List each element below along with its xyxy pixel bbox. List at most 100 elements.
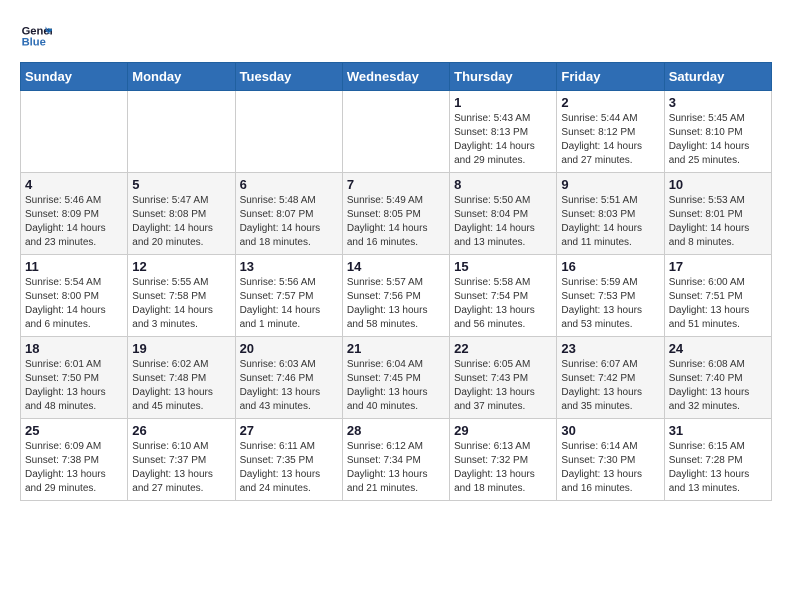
day-number: 13 [240, 259, 338, 274]
calendar-cell: 1Sunrise: 5:43 AMSunset: 8:13 PMDaylight… [450, 91, 557, 173]
weekday-header: Tuesday [235, 63, 342, 91]
day-info: Sunrise: 6:08 AMSunset: 7:40 PMDaylight:… [669, 358, 767, 414]
weekday-header: Thursday [450, 63, 557, 91]
day-number: 22 [454, 341, 552, 356]
day-info: Sunrise: 5:46 AMSunset: 8:09 PMDaylight:… [25, 194, 123, 250]
weekday-header-row: SundayMondayTuesdayWednesdayThursdayFrid… [21, 63, 772, 91]
calendar-cell: 28Sunrise: 6:12 AMSunset: 7:34 PMDayligh… [342, 419, 449, 501]
day-number: 23 [561, 341, 659, 356]
day-info: Sunrise: 5:45 AMSunset: 8:10 PMDaylight:… [669, 112, 767, 168]
calendar-cell: 19 Sunrise: 6:02 AMSunset: 7:48 PMDayligh… [128, 337, 235, 419]
calendar-week-row: 18 Sunrise: 6:01 AMSunset: 7:50 PMDayligh… [21, 337, 772, 419]
page-header: General Blue [20, 20, 772, 52]
day-number: 6 [240, 177, 338, 192]
day-number: 7 [347, 177, 445, 192]
day-info: Sunrise: 5:53 AMSunset: 8:01 PMDaylight:… [669, 194, 767, 250]
day-number: 15 [454, 259, 552, 274]
day-number: 11 [25, 259, 123, 274]
logo: General Blue [20, 20, 52, 52]
day-number: 18 [25, 341, 123, 356]
calendar-cell: 20 Sunrise: 6:03 AMSunset: 7:46 PMDayligh… [235, 337, 342, 419]
logo-icon: General Blue [20, 20, 52, 52]
day-number: 4 [25, 177, 123, 192]
calendar-cell: 3 Sunrise: 5:45 AMSunset: 8:10 PMDaylight… [664, 91, 771, 173]
day-info: Sunrise: 5:58 AMSunset: 7:54 PMDaylight:… [454, 276, 552, 332]
weekday-header: Sunday [21, 63, 128, 91]
calendar-cell: 15 Sunrise: 5:58 AMSunset: 7:54 PMDayligh… [450, 255, 557, 337]
calendar-cell [342, 91, 449, 173]
day-number: 2 [561, 95, 659, 110]
calendar-cell: 17 Sunrise: 6:00 AMSunset: 7:51 PMDayligh… [664, 255, 771, 337]
weekday-header: Saturday [664, 63, 771, 91]
day-number: 9 [561, 177, 659, 192]
day-info: Sunrise: 6:11 AMSunset: 7:35 PMDaylight:… [240, 440, 338, 496]
day-info: Sunrise: 6:03 AMSunset: 7:46 PMDaylight:… [240, 358, 338, 414]
calendar-cell: 4 Sunrise: 5:46 AMSunset: 8:09 PMDaylight… [21, 173, 128, 255]
weekday-header: Friday [557, 63, 664, 91]
day-info: Sunrise: 5:49 AMSunset: 8:05 PMDaylight:… [347, 194, 445, 250]
calendar-cell: 23 Sunrise: 6:07 AMSunset: 7:42 PMDayligh… [557, 337, 664, 419]
weekday-header: Wednesday [342, 63, 449, 91]
calendar-cell: 25 Sunrise: 6:09 AMSunset: 7:38 PMDayligh… [21, 419, 128, 501]
calendar-cell: 16 Sunrise: 5:59 AMSunset: 7:53 PMDayligh… [557, 255, 664, 337]
calendar-cell: 12Sunrise: 5:55 AMSunset: 7:58 PMDayligh… [128, 255, 235, 337]
day-number: 21 [347, 341, 445, 356]
day-number: 26 [132, 423, 230, 438]
calendar-cell: 6 Sunrise: 5:48 AMSunset: 8:07 PMDaylight… [235, 173, 342, 255]
day-info: Sunrise: 5:47 AMSunset: 8:08 PMDaylight:… [132, 194, 230, 250]
calendar-week-row: 25 Sunrise: 6:09 AMSunset: 7:38 PMDayligh… [21, 419, 772, 501]
day-info: Sunrise: 5:50 AMSunset: 8:04 PMDaylight:… [454, 194, 552, 250]
calendar-cell: 22 Sunrise: 6:05 AMSunset: 7:43 PMDayligh… [450, 337, 557, 419]
day-info: Sunrise: 6:15 AMSunset: 7:28 PMDaylight:… [669, 440, 767, 496]
calendar-cell: 2 Sunrise: 5:44 AMSunset: 8:12 PMDaylight… [557, 91, 664, 173]
day-number: 17 [669, 259, 767, 274]
day-number: 12 [132, 259, 230, 274]
day-info: Sunrise: 5:44 AMSunset: 8:12 PMDaylight:… [561, 112, 659, 168]
calendar-table: SundayMondayTuesdayWednesdayThursdayFrid… [20, 62, 772, 501]
day-number: 19 [132, 341, 230, 356]
calendar-cell: 7 Sunrise: 5:49 AMSunset: 8:05 PMDaylight… [342, 173, 449, 255]
day-info: Sunrise: 6:14 AMSunset: 7:30 PMDaylight:… [561, 440, 659, 496]
day-info: Sunrise: 6:05 AMSunset: 7:43 PMDaylight:… [454, 358, 552, 414]
calendar-cell: 24 Sunrise: 6:08 AMSunset: 7:40 PMDayligh… [664, 337, 771, 419]
day-number: 24 [669, 341, 767, 356]
day-number: 29 [454, 423, 552, 438]
calendar-cell: 30 Sunrise: 6:14 AMSunset: 7:30 PMDayligh… [557, 419, 664, 501]
day-info: Sunrise: 6:02 AMSunset: 7:48 PMDaylight:… [132, 358, 230, 414]
calendar-cell: 29Sunrise: 6:13 AMSunset: 7:32 PMDayligh… [450, 419, 557, 501]
day-info: Sunrise: 5:57 AMSunset: 7:56 PMDaylight:… [347, 276, 445, 332]
day-info: Sunrise: 6:00 AMSunset: 7:51 PMDaylight:… [669, 276, 767, 332]
day-number: 20 [240, 341, 338, 356]
calendar-cell: 31Sunrise: 6:15 AMSunset: 7:28 PMDayligh… [664, 419, 771, 501]
day-info: Sunrise: 5:43 AMSunset: 8:13 PMDaylight:… [454, 112, 552, 168]
day-info: Sunrise: 6:09 AMSunset: 7:38 PMDaylight:… [25, 440, 123, 496]
calendar-cell [21, 91, 128, 173]
day-number: 14 [347, 259, 445, 274]
calendar-cell [235, 91, 342, 173]
day-info: Sunrise: 5:51 AMSunset: 8:03 PMDaylight:… [561, 194, 659, 250]
day-number: 5 [132, 177, 230, 192]
day-number: 8 [454, 177, 552, 192]
day-info: Sunrise: 6:10 AMSunset: 7:37 PMDaylight:… [132, 440, 230, 496]
calendar-cell: 14 Sunrise: 5:57 AMSunset: 7:56 PMDayligh… [342, 255, 449, 337]
day-info: Sunrise: 6:07 AMSunset: 7:42 PMDaylight:… [561, 358, 659, 414]
weekday-header: Monday [128, 63, 235, 91]
calendar-cell: 10Sunrise: 5:53 AMSunset: 8:01 PMDayligh… [664, 173, 771, 255]
day-info: Sunrise: 5:59 AMSunset: 7:53 PMDaylight:… [561, 276, 659, 332]
day-info: Sunrise: 5:48 AMSunset: 8:07 PMDaylight:… [240, 194, 338, 250]
day-number: 25 [25, 423, 123, 438]
calendar-cell: 8 Sunrise: 5:50 AMSunset: 8:04 PMDaylight… [450, 173, 557, 255]
day-info: Sunrise: 6:04 AMSunset: 7:45 PMDaylight:… [347, 358, 445, 414]
day-number: 30 [561, 423, 659, 438]
calendar-week-row: 1Sunrise: 5:43 AMSunset: 8:13 PMDaylight… [21, 91, 772, 173]
calendar-week-row: 11Sunrise: 5:54 AMSunset: 8:00 PMDayligh… [21, 255, 772, 337]
calendar-cell: 9 Sunrise: 5:51 AMSunset: 8:03 PMDaylight… [557, 173, 664, 255]
day-number: 3 [669, 95, 767, 110]
calendar-cell: 26 Sunrise: 6:10 AMSunset: 7:37 PMDayligh… [128, 419, 235, 501]
day-info: Sunrise: 6:01 AMSunset: 7:50 PMDaylight:… [25, 358, 123, 414]
day-info: Sunrise: 6:12 AMSunset: 7:34 PMDaylight:… [347, 440, 445, 496]
calendar-cell: 13Sunrise: 5:56 AMSunset: 7:57 PMDayligh… [235, 255, 342, 337]
calendar-cell: 5 Sunrise: 5:47 AMSunset: 8:08 PMDaylight… [128, 173, 235, 255]
day-number: 16 [561, 259, 659, 274]
calendar-cell: 11Sunrise: 5:54 AMSunset: 8:00 PMDayligh… [21, 255, 128, 337]
